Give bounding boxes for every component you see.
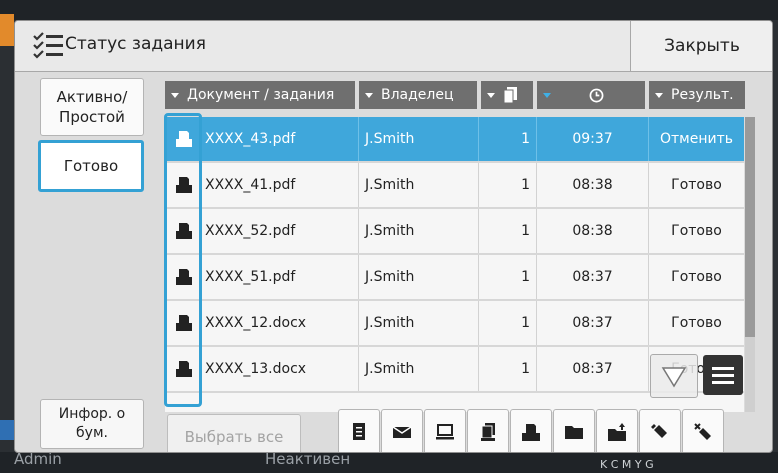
column-header-result[interactable]: Результ. xyxy=(649,81,745,109)
column-header-document[interactable]: Документ / задания xyxy=(165,81,355,109)
triangle-down-icon xyxy=(661,367,687,388)
job-time: 08:37 xyxy=(536,301,648,345)
copies-icon xyxy=(503,87,517,103)
scan-button[interactable] xyxy=(467,409,509,452)
print-job-icon xyxy=(165,117,203,161)
scroll-down-button[interactable] xyxy=(650,354,698,398)
job-name: XXXX_52.pdf xyxy=(205,223,296,239)
job-owner: J.Smith xyxy=(358,117,478,161)
menu-button[interactable] xyxy=(703,355,743,395)
mail-icon xyxy=(392,426,412,438)
job-result: Готово xyxy=(648,301,744,345)
folder-icon xyxy=(565,426,583,439)
column-header-copies[interactable] xyxy=(481,81,533,109)
print-job-icon xyxy=(165,301,203,345)
job-owner: J.Smith xyxy=(358,347,478,391)
job-time: 08:38 xyxy=(536,209,648,253)
select-all-button[interactable]: Выбрать все xyxy=(167,414,301,452)
job-result: Отменить xyxy=(648,117,744,161)
status-bar-top xyxy=(0,0,778,20)
table-row[interactable]: XXXX_43.pdf J.Smith 1 09:37 Отменить xyxy=(165,117,744,163)
column-label-owner: Владелец xyxy=(381,87,454,103)
job-owner: J.Smith xyxy=(358,301,478,345)
pc-button[interactable] xyxy=(424,409,466,452)
job-time: 09:37 xyxy=(536,117,648,161)
table-row[interactable]: XXXX_51.pdf J.Smith 1 08:37 Готово xyxy=(165,255,744,301)
print-button[interactable] xyxy=(510,409,552,452)
scan-icon xyxy=(481,423,495,441)
job-owner: J.Smith xyxy=(358,209,478,253)
tab-active-idle[interactable]: Активно/ Простой xyxy=(40,78,144,136)
side-accent-bg xyxy=(0,420,14,440)
close-button[interactable]: Закрыть xyxy=(630,21,772,71)
copy-job-button[interactable] xyxy=(338,409,380,452)
table-row[interactable]: XXXX_12.docx J.Smith 1 08:37 Готово xyxy=(165,301,744,347)
print-job-icon xyxy=(165,255,203,299)
column-label-document: Документ / задания xyxy=(187,87,335,103)
job-copies: 1 xyxy=(478,255,536,299)
job-name: XXXX_51.pdf xyxy=(205,269,296,285)
hamburger-icon xyxy=(712,367,734,384)
clock-icon xyxy=(589,88,604,102)
job-copies: 1 xyxy=(478,163,536,207)
job-name: XXXX_13.docx xyxy=(205,361,307,377)
folder-upload-button[interactable] xyxy=(596,409,638,452)
sort-icon xyxy=(171,92,179,98)
tab-done[interactable]: Готово xyxy=(38,140,144,192)
job-copies: 1 xyxy=(478,117,536,161)
table-row[interactable]: XXXX_41.pdf J.Smith 1 08:38 Готово xyxy=(165,163,744,209)
sort-icon xyxy=(365,92,373,98)
paper-info-button[interactable]: Инфор. о бум. xyxy=(40,399,144,449)
usb-remove-icon xyxy=(694,423,711,440)
table-row[interactable]: XXXX_52.pdf J.Smith 1 08:38 Готово xyxy=(165,209,744,255)
column-label-result: Результ. xyxy=(671,87,734,103)
job-result: Готово xyxy=(648,209,744,253)
folder-upload-icon xyxy=(608,423,626,441)
folder-button[interactable] xyxy=(553,409,595,452)
job-copies: 1 xyxy=(478,209,536,253)
job-copies: 1 xyxy=(478,301,536,345)
sort-icon xyxy=(655,92,663,98)
job-copies: 1 xyxy=(478,347,536,391)
print-icon xyxy=(522,424,540,441)
copy-job-icon xyxy=(353,423,365,440)
pc-icon xyxy=(436,424,454,440)
ink-status: K C M Y G xyxy=(600,458,654,471)
usb-remove-button[interactable] xyxy=(682,409,724,452)
sort-icon xyxy=(487,92,495,98)
print-job-icon xyxy=(165,163,203,207)
job-time: 08:37 xyxy=(536,347,648,391)
job-owner: J.Smith xyxy=(358,255,478,299)
job-name: XXXX_12.docx xyxy=(205,315,307,331)
job-result: Готово xyxy=(648,163,744,207)
job-time: 08:38 xyxy=(536,163,648,207)
scrollbar-thumb[interactable] xyxy=(745,117,755,337)
select-all-label: Выбрать все xyxy=(184,428,284,446)
home-button-bg xyxy=(0,14,14,46)
column-header-time[interactable] xyxy=(537,81,645,109)
dialog-title: Статус задания xyxy=(65,34,206,54)
status-bar-bottom: Admin Неактивен K C M Y G xyxy=(0,450,778,473)
job-name: XXXX_43.pdf xyxy=(205,131,296,147)
usb-button[interactable] xyxy=(639,409,681,452)
job-status-dialog: Статус задания Закрыть Активно/ Простой … xyxy=(14,20,773,453)
job-name: XXXX_41.pdf xyxy=(205,177,296,193)
print-job-icon xyxy=(165,209,203,253)
usb-icon xyxy=(651,424,667,438)
job-time: 08:37 xyxy=(536,255,648,299)
job-result: Готово xyxy=(648,255,744,299)
title-bar: Статус задания Закрыть xyxy=(15,21,772,72)
job-list-icon xyxy=(33,32,63,59)
column-header-owner[interactable]: Владелец xyxy=(359,81,477,109)
mail-button[interactable] xyxy=(381,409,423,452)
print-job-icon xyxy=(165,347,203,391)
job-owner: J.Smith xyxy=(358,163,478,207)
sort-active-icon xyxy=(543,92,551,98)
